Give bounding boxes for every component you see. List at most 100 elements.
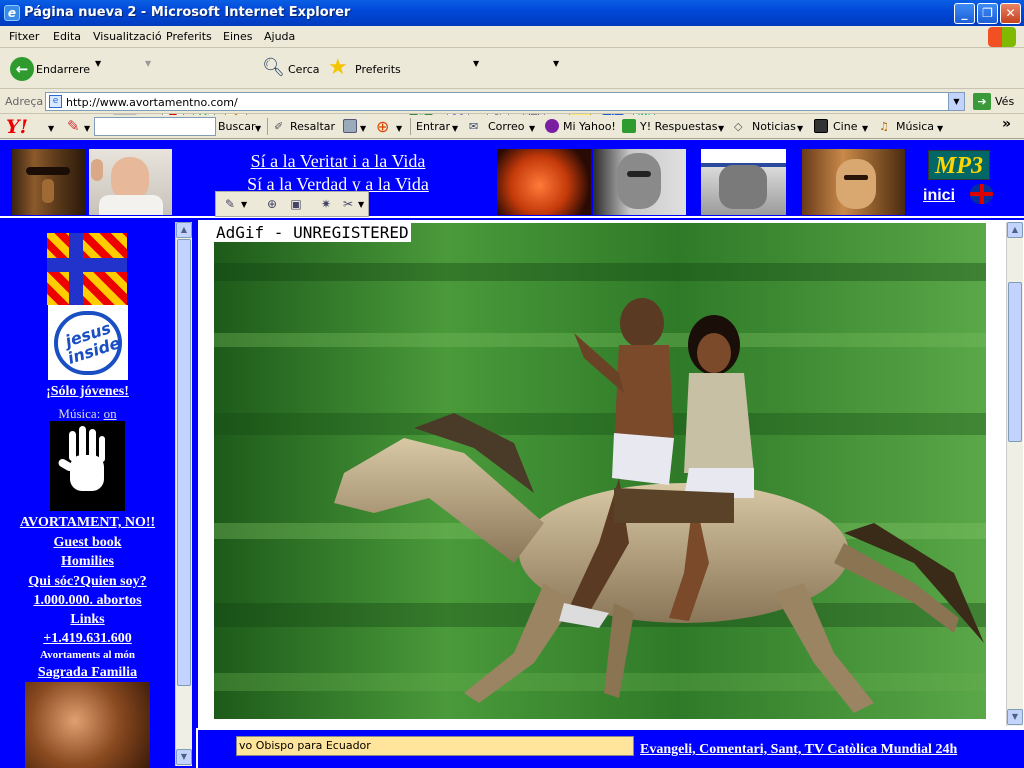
layout-icon[interactable]: [343, 119, 357, 133]
mother-teresa-image: [701, 149, 786, 215]
sagrada-familia-link[interactable]: Sagrada Familia: [0, 665, 175, 681]
answers-icon: [622, 119, 636, 133]
music-dropdown-icon[interactable]: ▼: [937, 124, 943, 133]
note-dropdown-icon[interactable]: ▼: [241, 200, 247, 209]
main-scrollbar[interactable]: ▲ ▼: [1006, 222, 1023, 726]
scroll-thumb[interactable]: [177, 239, 191, 686]
menu-favorites[interactable]: Preferits: [166, 30, 212, 43]
target-dropdown-icon[interactable]: ▼: [396, 124, 402, 133]
left-scrollbar[interactable]: ▲ ▼: [175, 222, 192, 766]
yahoo-search-button[interactable]: Buscar: [218, 120, 256, 133]
back-dropdown-icon[interactable]: ▼: [95, 59, 101, 68]
menu-view[interactable]: Visualització: [93, 30, 162, 43]
yahoo-search-input[interactable]: [94, 117, 216, 136]
go-arrow-icon[interactable]: ➔: [973, 93, 991, 110]
signin-button[interactable]: Entrar: [416, 120, 450, 133]
answers-link[interactable]: Y! Respuestas: [640, 120, 718, 133]
hand-print-image[interactable]: [50, 421, 125, 511]
target-icon[interactable]: ⊕: [376, 117, 389, 136]
religious-icon-image: [802, 149, 905, 215]
mp3-button[interactable]: MP3: [928, 150, 990, 180]
tools-dropdown-icon[interactable]: ▼: [358, 200, 364, 209]
close-button[interactable]: ✕: [1000, 3, 1021, 24]
uk-flag-icon[interactable]: [970, 184, 993, 204]
tools-icon[interactable]: ✂: [340, 196, 356, 212]
menu-edit[interactable]: Edita: [53, 30, 81, 43]
scroll-up-icon[interactable]: ▲: [176, 222, 192, 238]
music-toggle: Música: on: [0, 406, 175, 422]
myyahoo-link[interactable]: Mi Yahoo!: [563, 120, 616, 133]
news-link[interactable]: Noticias: [752, 120, 796, 133]
page-icon: e: [49, 95, 62, 108]
guest-book-link[interactable]: Guest book: [0, 535, 175, 551]
signin-dropdown-icon[interactable]: ▼: [452, 124, 458, 133]
minimize-button[interactable]: _: [954, 3, 975, 24]
music-on-link[interactable]: on: [104, 406, 117, 421]
back-arrow-icon: ←: [10, 57, 34, 81]
ie-icon: e: [4, 5, 20, 21]
links-link[interactable]: Links: [0, 612, 175, 628]
news-dropdown-icon[interactable]: ▼: [797, 124, 803, 133]
address-url[interactable]: http://www.avortamentno.com/: [66, 96, 238, 109]
settings-icon[interactable]: ✷: [318, 196, 334, 212]
forward-dropdown-icon[interactable]: ▼: [145, 59, 151, 68]
main-scroll-down-icon[interactable]: ▼: [1007, 709, 1023, 725]
yahoo-logo[interactable]: Y!: [6, 116, 28, 138]
mail-link-dropdown-icon[interactable]: ▼: [529, 124, 535, 133]
search-dropdown-icon[interactable]: ▼: [255, 124, 261, 133]
main-scroll-up-icon[interactable]: ▲: [1007, 222, 1023, 238]
fetus-image: [497, 149, 591, 215]
million-abortions-link[interactable]: 1.000.000. abortos: [0, 593, 175, 609]
solo-jovenes-link[interactable]: ¡Sólo jóvenes!: [0, 384, 175, 400]
film-icon: [814, 119, 828, 133]
movies-link[interactable]: Cine: [833, 120, 857, 133]
maximize-button[interactable]: ❐: [977, 3, 998, 24]
site-header: Sí a la Veritat i a la Vida Sí a la Verd…: [0, 140, 1024, 218]
qui-soc-link[interactable]: Qui sóc?Quien soy?: [0, 574, 175, 590]
movies-dropdown-icon[interactable]: ▼: [862, 124, 868, 133]
pencil-dropdown-icon[interactable]: ▼: [84, 124, 90, 133]
address-input[interactable]: e http://www.avortamentno.com/ ▼: [45, 92, 965, 111]
edit-dropdown-icon[interactable]: ▼: [553, 59, 559, 68]
page-content: Sí a la Veritat i a la Vida Sí a la Verd…: [0, 140, 1024, 768]
myyahoo-icon: [545, 119, 559, 133]
menu-file[interactable]: Fitxer: [9, 30, 39, 43]
mail-dropdown-icon[interactable]: ▼: [473, 59, 479, 68]
address-dropdown-icon[interactable]: ▼: [948, 93, 964, 110]
sagrada-familia-image[interactable]: [25, 682, 150, 768]
address-bar: Adreça e http://www.avortamentno.com/ ▼ …: [0, 90, 1024, 114]
music-link[interactable]: Música: [896, 120, 934, 133]
layout-dropdown-icon[interactable]: ▼: [360, 124, 366, 133]
favorites-button[interactable]: ★ Preferits: [328, 55, 401, 83]
abortion-counter-link[interactable]: +1.419.631.600: [0, 631, 175, 647]
main-frame: AdGif - UNREGISTERED: [198, 220, 1024, 728]
slogan-catalan[interactable]: Sí a la Veritat i a la Vida: [218, 151, 458, 172]
highlight-button[interactable]: Resaltar: [290, 120, 335, 133]
children-riding-horse-image: AdGif - UNREGISTERED: [214, 223, 986, 719]
yahoo-dropdown-icon[interactable]: ▼: [48, 124, 54, 133]
window-icon[interactable]: ▣: [288, 196, 304, 212]
zoom-icon[interactable]: ⊕: [264, 196, 280, 212]
gospel-tv-link[interactable]: Evangeli, Comentari, Sant, TV Catòlica M…: [640, 742, 957, 758]
main-scroll-thumb[interactable]: [1008, 282, 1022, 442]
browser-window: e Página nueva 2 - Microsoft Internet Ex…: [0, 0, 1024, 768]
music-label: Música:: [58, 406, 101, 421]
answers-dropdown-icon[interactable]: ▼: [718, 124, 724, 133]
menu-tools[interactable]: Eines: [223, 30, 252, 43]
pencil-icon[interactable]: ✎: [67, 117, 80, 135]
mail-link[interactable]: Correo: [488, 120, 525, 133]
more-chevron-icon[interactable]: »: [1002, 116, 1011, 132]
back-button[interactable]: ← Endarrere: [8, 55, 103, 83]
jesus-inside-logo[interactable]: jesus inside: [48, 305, 128, 380]
avortament-no-link[interactable]: AVORTAMENT, NO!!: [0, 515, 175, 531]
pope-image: [89, 149, 172, 215]
title-bar[interactable]: e Página nueva 2 - Microsoft Internet Ex…: [0, 0, 1024, 26]
menu-help[interactable]: Ajuda: [264, 30, 295, 43]
news-ticker[interactable]: vo Obispo para Ecuador: [236, 736, 634, 756]
go-button[interactable]: Vés: [995, 95, 1014, 108]
home-link[interactable]: inici: [923, 187, 955, 205]
search-button[interactable]: 🔍︎ Cerca: [260, 55, 320, 83]
note-edit-icon[interactable]: ✎: [222, 196, 238, 212]
homilies-link[interactable]: Homilies: [0, 554, 175, 570]
scroll-down-icon[interactable]: ▼: [176, 749, 192, 765]
